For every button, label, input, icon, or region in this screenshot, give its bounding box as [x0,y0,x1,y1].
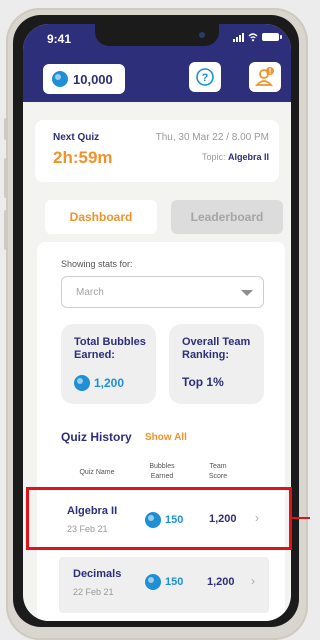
topic-value: Algebra II [227,152,269,162]
highlight-box [26,487,292,550]
signal-icon [233,32,244,42]
tab-leaderboard[interactable]: Leaderboard [171,200,283,234]
column-quiz-name: Quiz Name [79,469,115,476]
next-quiz-topic: Topic: Algebra II [202,152,269,162]
tab-dashboard[interactable]: Dashboard [45,200,157,234]
status-icons [233,32,282,42]
showing-stats-label: Showing stats for: [61,259,133,269]
svg-text:?: ? [202,72,209,84]
total-bubbles-card: Total Bubbles Earned: 1,200 [61,324,156,404]
team-ranking-title: Overall Team Ranking: [182,336,251,361]
highlight-pointer-line [292,517,310,519]
battery-icon [262,33,282,41]
total-bubbles-title: Total Bubbles Earned: [74,336,146,361]
show-all-link[interactable]: Show All [145,432,187,443]
team-ranking-value: Top 1% [182,375,224,389]
bubble-icon [52,71,68,87]
next-quiz-countdown: 2h:59m [53,148,113,167]
quiz-row-score: 1,200 [207,576,235,588]
quiz-row-bubbles-value: 150 [165,576,184,588]
chevron-down-icon [241,290,253,296]
status-time: 9:41 [47,32,72,46]
total-bubbles-value-wrap: 1,200 [74,375,124,391]
wifi-icon [248,33,258,42]
total-bubbles-value: 1,200 [94,376,125,390]
phone-volume-down [4,210,8,250]
help-icon: ? [196,68,214,86]
topic-prefix: Topic: [201,152,226,162]
phone-side-button [4,118,8,140]
period-select-value: March [76,287,104,298]
next-quiz-label: Next Quiz [53,132,100,143]
bubble-icon [74,375,90,391]
bubble-icon [145,574,161,590]
quiz-row-bubbles: 150 [145,574,183,590]
quiz-history-row[interactable]: Decimals 22 Feb 21 150 1,200 › [59,557,269,613]
period-select[interactable]: March [61,276,264,308]
chevron-right-icon: › [251,574,255,588]
profile-button[interactable] [249,62,281,92]
bubble-balance[interactable]: 10,000 [43,64,125,94]
quiz-row-name: Decimals [73,568,122,580]
column-team-score: Team Score [208,463,228,480]
column-bubbles-earned: Bubbles Earned [149,463,175,480]
camera-icon [199,32,205,38]
quiz-history-title: Quiz History [61,430,132,444]
user-notification-icon [255,67,274,86]
team-ranking-card: Overall Team Ranking: Top 1% [169,324,264,404]
help-button[interactable]: ? [189,62,221,92]
app-header: 9:41 10,000 ? [23,24,291,102]
quiz-row-date: 22 Feb 21 [73,587,114,597]
phone-volume-up [4,158,8,198]
status-bar: 9:41 [23,24,291,52]
next-quiz-card[interactable]: Next Quiz 2h:59m Thu, 30 Mar 22 / 8.00 P… [35,120,279,182]
bubble-balance-value: 10,000 [73,71,113,87]
next-quiz-datetime: Thu, 30 Mar 22 / 8.00 PM [155,132,269,143]
